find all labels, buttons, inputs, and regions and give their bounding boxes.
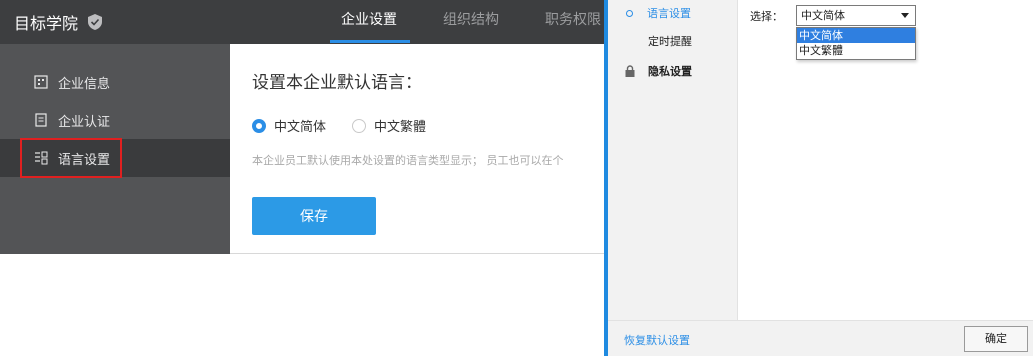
- building-icon: [34, 75, 48, 89]
- brand-name: 目标学院: [14, 14, 79, 33]
- sidebar-item-certification[interactable]: 企业认证: [0, 101, 230, 139]
- save-button[interactable]: 保存: [252, 197, 376, 235]
- brand: 目标学院: [14, 10, 103, 34]
- radio-label-traditional[interactable]: 中文繁體: [374, 116, 426, 135]
- active-tab-indicator: [330, 40, 410, 43]
- radio-label-simplified[interactable]: 中文简体: [274, 116, 326, 135]
- language-settings-panel: 设置本企业默认语言： 中文简体 中文繁體 本企业员工默认使用本处设置的语言类型显…: [230, 44, 610, 254]
- dropdown-option-simplified[interactable]: 中文简体: [797, 28, 915, 43]
- dialog-menu-label: 定时提醒: [648, 35, 692, 48]
- page-title: 设置本企业默认语言：: [252, 73, 422, 93]
- tab-org-structure[interactable]: 组织结构: [443, 9, 499, 29]
- reset-defaults-link[interactable]: 恢复默认设置: [624, 332, 690, 348]
- dialog-main: 选择： 中文简体 中文简体 中文繁體: [738, 0, 1033, 320]
- ok-button[interactable]: 确定: [964, 326, 1028, 352]
- radio-simplified-chinese[interactable]: [252, 118, 266, 133]
- sidebar-item-company-info[interactable]: 企业信息: [0, 63, 230, 101]
- top-navigation-bar: 目标学院 企业设置 组织结构 职务权限: [0, 0, 610, 44]
- ok-button-label: 确定: [985, 333, 1007, 345]
- save-button-label: 保存: [300, 208, 328, 224]
- screen: 目标学院 企业设置 组织结构 职务权限 企业信息 企业认证 语言设置 设置本企业…: [0, 0, 1033, 356]
- dropdown-option-traditional[interactable]: 中文繁體: [797, 43, 915, 58]
- dialog-footer: 恢复默认设置 确定: [608, 320, 1033, 356]
- dialog-menu-label: 语言设置: [647, 7, 691, 20]
- select-label: 选择：: [750, 10, 783, 23]
- radio-traditional-chinese[interactable]: [352, 118, 367, 133]
- language-radio-group: 中文简体 中文繁體: [252, 116, 452, 135]
- lock-icon: [624, 65, 636, 77]
- radio-dot-icon: [626, 9, 633, 17]
- select-value: 中文简体: [801, 9, 845, 22]
- dialog-menu-privacy[interactable]: 隐私设置: [608, 58, 738, 84]
- tab-roles-permissions[interactable]: 职务权限: [545, 9, 601, 29]
- dialog-menu-reminder[interactable]: 定时提醒: [608, 28, 738, 54]
- annotation-highlight-box: [20, 138, 122, 178]
- dialog-sidebar: 语言设置 定时提醒 隐私设置: [608, 0, 738, 320]
- settings-dialog: 语言设置 定时提醒 隐私设置 选择： 中文简体 中文简体 中文繁體 恢复默认设置…: [604, 0, 1033, 356]
- tab-enterprise-settings[interactable]: 企业设置: [341, 9, 397, 29]
- hint-text: 本企业员工默认使用本处设置的语言类型显示； 员工也可以在个: [252, 154, 564, 167]
- language-select[interactable]: 中文简体: [796, 5, 916, 26]
- sidebar-item-label: 企业认证: [58, 114, 111, 130]
- chevron-down-icon[interactable]: [901, 13, 909, 18]
- language-dropdown-list: 中文简体 中文繁體: [796, 27, 916, 60]
- dialog-menu-label: 隐私设置: [648, 65, 692, 78]
- sidebar-item-label: 企业信息: [58, 76, 111, 92]
- certificate-icon: [34, 113, 48, 127]
- verified-shield-icon: [88, 14, 103, 30]
- dialog-menu-language[interactable]: 语言设置: [608, 0, 738, 26]
